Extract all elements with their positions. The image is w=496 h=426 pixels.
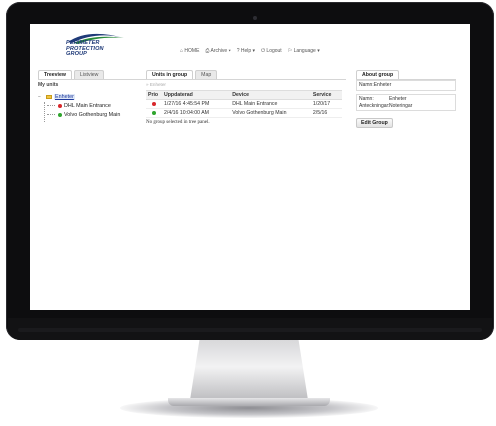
column-header-prio[interactable]: Prio	[146, 90, 162, 100]
company-logo[interactable]: PERIMETER PROTECTION GROUP	[60, 32, 132, 64]
collapse-icon[interactable]: −	[38, 93, 44, 102]
service-cell: 2/5/16	[310, 108, 342, 118]
group-details: Namn: Enheter Anteckningar: Noteringar	[356, 94, 456, 111]
field-label: Namn:	[359, 96, 374, 102]
tree-root-row[interactable]: − Enheter	[38, 93, 148, 102]
tree-panel-title: My units	[38, 82, 59, 88]
field-value: Enheter	[389, 96, 407, 102]
column-header-service[interactable]: Service	[310, 90, 342, 100]
monitor-chin-edge	[18, 328, 482, 332]
tab-units-in-group[interactable]: Units in group	[146, 70, 194, 79]
nav-help[interactable]: ? Help ▾	[237, 48, 255, 54]
priority-green-icon	[151, 110, 156, 115]
group-info-tabs: About group	[356, 70, 456, 80]
tree-item[interactable]: DHL Main Entrance	[38, 102, 148, 111]
tab-treeview[interactable]: Treeview	[38, 70, 72, 79]
monitor-stand	[190, 340, 308, 400]
top-navigation: ⌂ HOME ⎙ Archive ▾ ? Help ▾ ⏻ Logout ⚐ L…	[180, 48, 320, 54]
unit-tree: − Enheter DHL Main Entrance Volvo Gothen…	[38, 93, 148, 122]
units-panel-tabs: Units in group Map	[146, 70, 346, 80]
desktop-scene: PERIMETER PROTECTION GROUP ⌂ HOME ⎙ Arch…	[0, 0, 496, 426]
folder-icon	[45, 94, 52, 99]
units-table: Prio Uppdaterad Device Service 1/27/16 4…	[146, 90, 342, 118]
nav-home[interactable]: ⌂ HOME	[180, 48, 199, 54]
nav-logout[interactable]: ⏻ Logout	[261, 48, 282, 54]
status-message: No group selected in tree panel.	[146, 120, 210, 125]
table-header-row: Prio Uppdaterad Device Service	[146, 90, 342, 100]
edit-group-button[interactable]: Edit Group	[356, 118, 393, 128]
units-panel: Units in group Map » Enheter Prio Uppdat…	[146, 70, 346, 190]
status-red-icon	[57, 103, 62, 108]
tree-panel: Treeview Listview My units − Enheter DHL…	[38, 70, 148, 220]
device-cell[interactable]: DHL Main Entrance	[230, 99, 311, 109]
tree-branch-line	[47, 105, 55, 107]
tree-branch-line	[47, 114, 55, 116]
group-name-line: Namn:Enheter	[359, 82, 392, 88]
field-label: Anteckningar:	[359, 103, 390, 109]
status-green-icon	[57, 112, 62, 117]
tree-root-label[interactable]: Enheter	[54, 94, 75, 100]
service-cell: 1/20/17	[310, 99, 342, 109]
prio-cell	[146, 99, 162, 109]
monitor-stand-foot	[168, 398, 330, 406]
nav-language[interactable]: ⚐ Language ▾	[288, 48, 320, 54]
updated-cell: 1/27/16 4:45:54 PM	[162, 99, 231, 109]
tab-listview[interactable]: Listview	[73, 70, 105, 79]
field-value: Noteringar	[389, 103, 413, 109]
tree-item[interactable]: Volvo Gothenburg Main	[38, 111, 148, 120]
nav-archive[interactable]: ⎙ Archive ▾	[205, 48, 230, 54]
tree-panel-tabs: Treeview Listview	[38, 70, 148, 80]
table-row[interactable]: 1/27/16 4:45:54 PM DHL Main Entrance 1/2…	[146, 99, 342, 109]
group-info-box: Namn:Enheter	[356, 80, 456, 91]
app-screen: PERIMETER PROTECTION GROUP ⌂ HOME ⎙ Arch…	[30, 24, 470, 310]
column-header-updated[interactable]: Uppdaterad	[162, 90, 231, 100]
tab-map[interactable]: Map	[195, 70, 218, 79]
tree-item-label[interactable]: DHL Main Entrance	[64, 103, 111, 109]
logo-line-3: GROUP	[66, 51, 88, 58]
breadcrumb[interactable]: » Enheter	[146, 82, 346, 88]
updated-cell: 2/4/16 10:04:00 AM	[162, 108, 231, 118]
column-header-device[interactable]: Device	[230, 90, 311, 100]
group-info-panel: About group Namn:Enheter Namn: Enheter A…	[356, 70, 456, 160]
prio-cell	[146, 108, 162, 118]
logo-text: PERIMETER PROTECTION GROUP	[66, 40, 104, 58]
tab-about-group[interactable]: About group	[356, 70, 400, 79]
device-cell[interactable]: Volvo Gothenburg Main	[230, 108, 311, 118]
camera-dot	[253, 16, 257, 20]
tree-item-label[interactable]: Volvo Gothenburg Main	[64, 112, 120, 118]
table-row[interactable]: 2/4/16 10:04:00 AM Volvo Gothenburg Main…	[146, 108, 342, 118]
priority-red-icon	[151, 101, 156, 106]
